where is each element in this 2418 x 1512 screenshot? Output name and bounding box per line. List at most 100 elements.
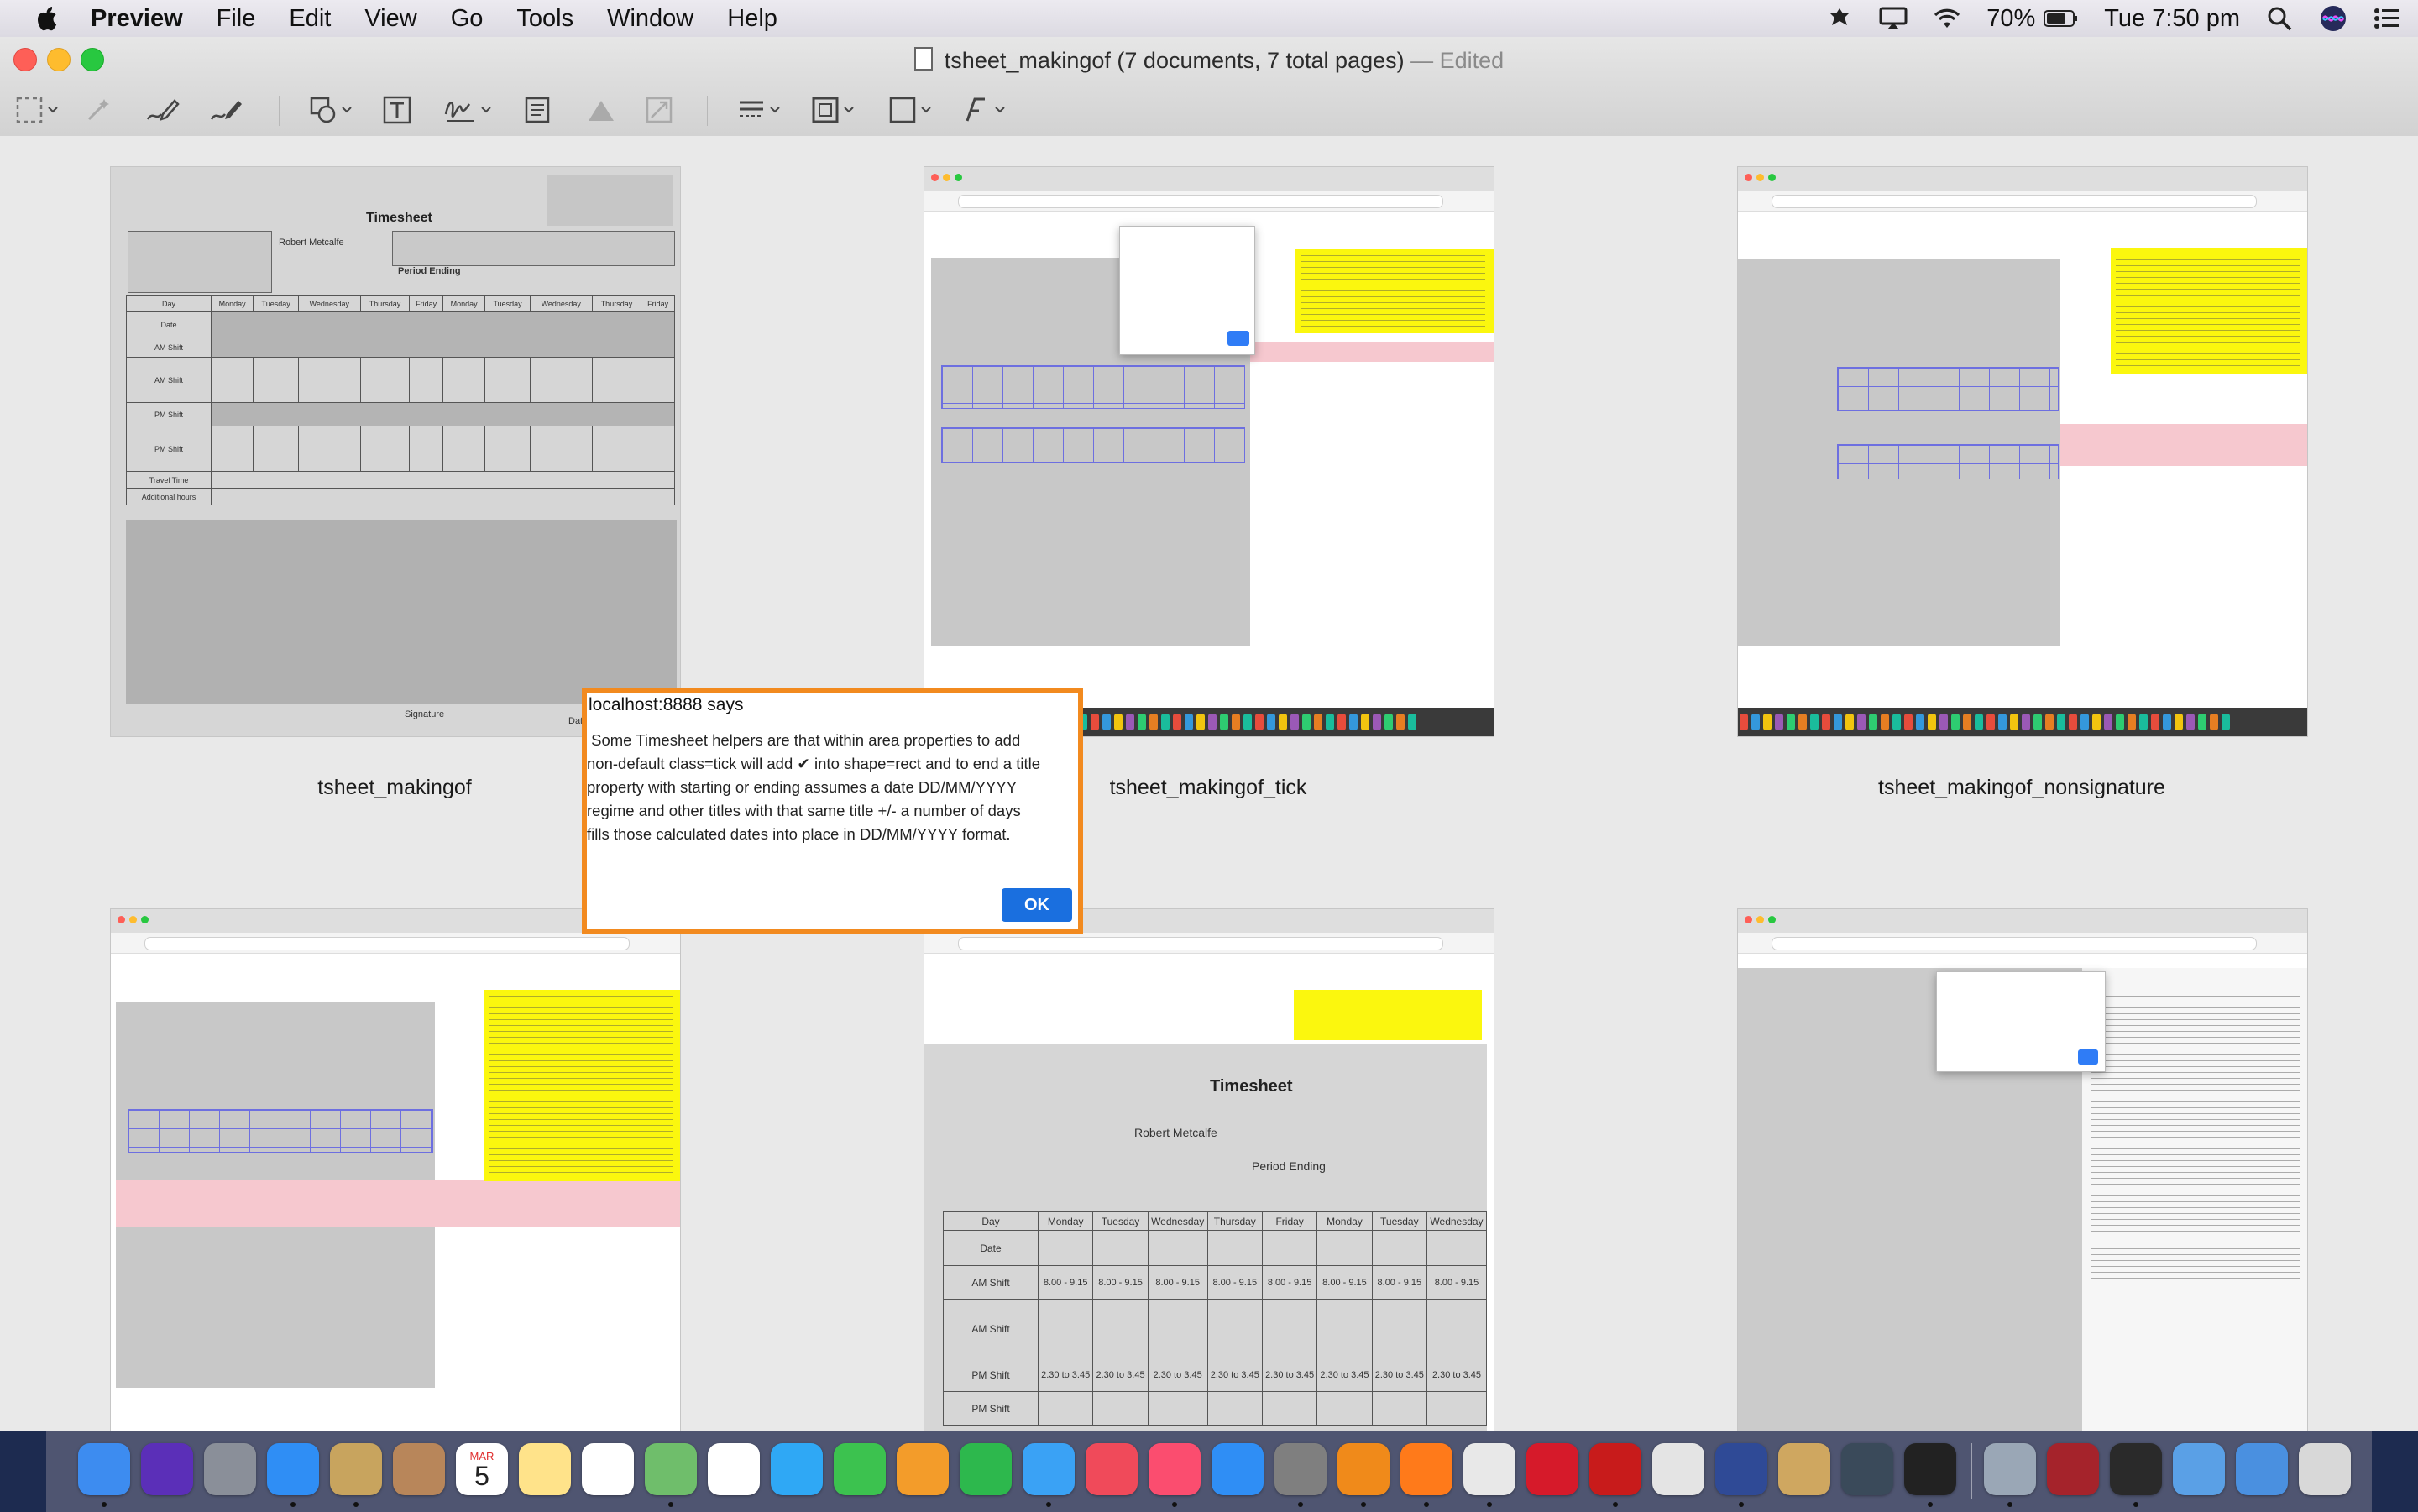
browser-screenshot [1738, 167, 2307, 736]
sketch-icon[interactable] [144, 96, 180, 124]
siri-icon[interactable] [2319, 6, 2347, 31]
spotlight-icon[interactable] [2265, 6, 2294, 31]
music-icon[interactable] [1149, 1443, 1201, 1495]
thumbnail-page-4[interactable] [110, 908, 681, 1431]
dictionary-icon[interactable] [2047, 1443, 2099, 1495]
thumbnail-tsheet-makingof-tick[interactable] [924, 166, 1494, 737]
safari-icon[interactable] [267, 1443, 319, 1495]
edited-indicator[interactable]: — Edited [1405, 48, 1504, 73]
tick-grid [941, 365, 1245, 409]
wordpress-icon[interactable] [1715, 1443, 1767, 1495]
adjust-color-icon[interactable] [586, 96, 616, 124]
menu-window[interactable]: Window [607, 5, 693, 33]
markup-toolbar [0, 84, 2418, 137]
system-preferences-icon[interactable] [1274, 1443, 1327, 1495]
thumbnail-tsheet-makingof[interactable]: Timesheet Robert Metcalfe Period Ending … [110, 166, 681, 737]
tools-icon[interactable] [1778, 1443, 1830, 1495]
menubar-clock[interactable]: Tue 7:50 pm [2104, 5, 2240, 33]
running-indicator [102, 1502, 107, 1507]
thumbnail-page-6[interactable] [1737, 908, 2308, 1431]
filezilla-icon[interactable] [1589, 1443, 1641, 1495]
menu-help[interactable]: Help [727, 5, 777, 33]
image-capture-icon[interactable] [1984, 1443, 2036, 1495]
pages-icon[interactable] [897, 1443, 949, 1495]
running-indicator [1613, 1502, 1618, 1507]
chevron-down-icon [481, 107, 491, 113]
maps-icon[interactable] [645, 1443, 697, 1495]
menu-view[interactable]: View [364, 5, 416, 33]
chrome-icon[interactable] [1463, 1443, 1515, 1495]
thumbnail-caption[interactable]: tsheet_makingof_nonsignature [1737, 776, 2306, 800]
console-icon[interactable] [2110, 1443, 2162, 1495]
row-label: Date [943, 1230, 1039, 1266]
day-header: Thursday [1206, 1211, 1263, 1231]
thumbnail-page-5[interactable]: Timesheet Robert Metcalfe Period Ending … [924, 908, 1494, 1431]
document-proxy-icon[interactable] [913, 47, 933, 71]
wifi-icon[interactable] [1933, 6, 1961, 31]
reminders-icon[interactable] [582, 1443, 634, 1495]
am-time-cell: 8.00 - 9.15 [1092, 1265, 1149, 1300]
preview-icon[interactable] [330, 1443, 382, 1495]
battery-icon[interactable] [2044, 6, 2079, 31]
thumbnail-tsheet-makingof-nonsignature[interactable] [1737, 166, 2308, 737]
draw-icon[interactable] [208, 96, 247, 124]
terminal-icon[interactable] [1904, 1443, 1956, 1495]
timesheet-table: Day Monday Tuesday Wednesday Thursday Friday… [943, 1211, 1488, 1426]
downloads-folder-icon[interactable] [2236, 1443, 2288, 1495]
chevron-down-icon [342, 107, 352, 113]
text-style-icon[interactable] [962, 96, 1006, 124]
window-title: tsheet_makingof (7 documents, 7 total pa… [0, 37, 2418, 84]
javascript-alert-dialog: localhost:8888 says Some Timesheet helpe… [582, 688, 1083, 934]
note-icon[interactable] [524, 96, 551, 124]
notefile-icon[interactable] [393, 1443, 445, 1495]
border-color-icon[interactable] [811, 96, 855, 124]
apple-menu-icon[interactable] [32, 0, 64, 37]
scan-header-box [392, 231, 675, 266]
news-icon[interactable] [1086, 1443, 1138, 1495]
text-icon[interactable] [383, 96, 411, 124]
keynote-icon[interactable] [1023, 1443, 1075, 1495]
sheet-title: Timesheet [1210, 1077, 1293, 1096]
running-indicator [1361, 1502, 1366, 1507]
chevron-down-icon [770, 107, 780, 113]
menu-go[interactable]: Go [451, 5, 484, 33]
grapher-icon[interactable] [1841, 1443, 1893, 1495]
launchpad-icon[interactable] [204, 1443, 256, 1495]
notification-center-icon[interactable] [2373, 6, 2401, 31]
documents-folder-icon[interactable] [2173, 1443, 2225, 1495]
browser-screenshot [1738, 909, 2307, 1431]
numbers-icon[interactable] [960, 1443, 1012, 1495]
opera-icon[interactable] [1526, 1443, 1578, 1495]
firefox-icon[interactable] [1400, 1443, 1452, 1495]
app-menu-preview[interactable]: Preview [91, 5, 183, 33]
window-title-text: tsheet_makingof (7 documents, 7 total pa… [944, 48, 1405, 73]
sign-icon[interactable] [443, 96, 492, 124]
row-label: Additional hours [126, 488, 212, 505]
fill-color-icon[interactable] [888, 96, 932, 124]
finder-icon[interactable] [78, 1443, 130, 1495]
menu-edit[interactable]: Edit [289, 5, 331, 33]
calendar-icon[interactable]: MAR 5 [456, 1443, 508, 1495]
running-indicator [2133, 1502, 2138, 1507]
photos-icon[interactable] [708, 1443, 760, 1495]
vlc-icon[interactable] [1337, 1443, 1390, 1495]
selection-tool-icon[interactable] [15, 96, 59, 124]
messages-icon[interactable] [771, 1443, 823, 1495]
alert-ok-button[interactable]: OK [1002, 888, 1072, 922]
shape-style-icon[interactable] [737, 96, 781, 124]
siri-icon[interactable] [141, 1443, 193, 1495]
menu-tools[interactable]: Tools [516, 5, 573, 33]
running-indicator [1739, 1502, 1744, 1507]
bluetooth-app-icon[interactable] [1825, 6, 1854, 31]
app-store-icon[interactable] [1212, 1443, 1264, 1495]
airplay-icon[interactable] [1879, 6, 1908, 31]
menu-file[interactable]: File [217, 5, 256, 33]
trash-icon[interactable] [2299, 1443, 2351, 1495]
instant-alpha-icon[interactable] [84, 96, 113, 124]
notes-icon[interactable] [519, 1443, 571, 1495]
shapes-icon[interactable] [309, 96, 353, 124]
row-label: Date [126, 311, 212, 337]
adjust-size-icon[interactable] [645, 96, 673, 124]
facetime-icon[interactable] [834, 1443, 886, 1495]
mamp-icon[interactable] [1652, 1443, 1704, 1495]
